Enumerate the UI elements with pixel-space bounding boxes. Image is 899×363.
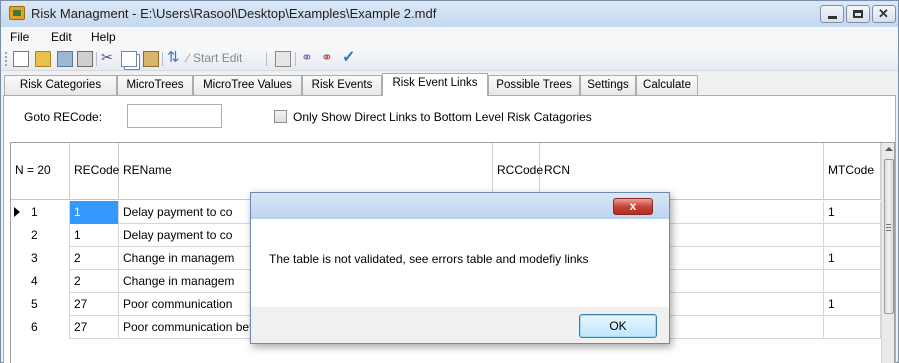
- maximize-button[interactable]: [846, 5, 870, 23]
- row-header[interactable]: 5: [11, 293, 70, 316]
- save-icon[interactable]: [57, 51, 73, 67]
- new-file-icon[interactable]: [13, 51, 29, 67]
- cell-recode[interactable]: 27: [70, 316, 119, 339]
- minimize-icon: [828, 16, 837, 19]
- direct-links-label[interactable]: Only Show Direct Links to Bottom Level R…: [293, 110, 592, 124]
- dialog-close-button[interactable]: x: [613, 198, 653, 215]
- cell-mtcode[interactable]: [824, 270, 881, 293]
- close-icon: ✕: [878, 6, 889, 21]
- row-number: 1: [31, 205, 38, 219]
- toolbar-grip[interactable]: [5, 52, 7, 66]
- pencil-icon: ∕: [187, 51, 190, 65]
- row-header[interactable]: 1: [11, 201, 70, 224]
- column-header-recode[interactable]: RECode: [70, 143, 119, 200]
- toolbar-separator: [96, 52, 97, 66]
- open-folder-icon[interactable]: [35, 51, 51, 67]
- dialog-message: The table is not validated, see errors t…: [269, 252, 589, 266]
- tab-microtrees[interactable]: MicroTrees: [117, 75, 193, 95]
- scroll-grip-icon: [886, 224, 891, 231]
- row-header[interactable]: 3: [11, 247, 70, 270]
- validation-message-box: x The table is not validated, see errors…: [250, 192, 670, 344]
- remove-link-icon[interactable]: ⚭: [321, 49, 333, 66]
- copy-icon[interactable]: [121, 51, 137, 67]
- tab-possible-trees[interactable]: Possible Trees: [488, 75, 580, 95]
- row-header[interactable]: 6: [11, 316, 70, 339]
- row-number: 2: [31, 228, 38, 242]
- title-bar: Risk Managment - E:\Users\Rasool\Desktop…: [1, 1, 898, 27]
- tab-strip: Risk Categories MicroTrees MicroTree Val…: [1, 73, 898, 96]
- start-edit-label: Start Edit: [193, 51, 243, 65]
- cell-recode[interactable]: 27: [70, 293, 119, 316]
- row-number: 4: [31, 274, 38, 288]
- menu-bar: File Edit Help: [1, 27, 898, 47]
- cell-mtcode[interactable]: 1: [824, 201, 881, 224]
- minimize-button[interactable]: [820, 5, 844, 23]
- print-icon[interactable]: [77, 51, 93, 67]
- ok-button[interactable]: OK: [579, 314, 657, 338]
- toolbar-separator: [162, 52, 163, 66]
- dialog-body: The table is not validated, see errors t…: [251, 219, 669, 307]
- grid-icon[interactable]: [275, 51, 291, 67]
- tab-calculate[interactable]: Calculate: [636, 75, 698, 95]
- tab-microtree-values[interactable]: MicroTree Values: [193, 75, 302, 95]
- paste-icon[interactable]: [143, 51, 159, 67]
- menu-edit[interactable]: Edit: [51, 30, 72, 44]
- start-edit-button[interactable]: ∕ Start Edit: [187, 51, 242, 65]
- row-header[interactable]: 4: [11, 270, 70, 293]
- cell-recode[interactable]: 1: [70, 224, 119, 247]
- cell-recode[interactable]: 1: [70, 201, 119, 224]
- row-number: 3: [31, 251, 38, 265]
- cell-mtcode[interactable]: 1: [824, 247, 881, 270]
- cell-mtcode[interactable]: 1: [824, 293, 881, 316]
- direct-links-checkbox[interactable]: [274, 110, 287, 123]
- toolbar-separator: [266, 52, 267, 66]
- toolbar: ✂ ⇅ ∕ Start Edit ⚭ ⚭ ✓: [1, 47, 898, 71]
- row-header[interactable]: 2: [11, 224, 70, 247]
- dialog-title-bar: x: [251, 193, 669, 219]
- column-header-mtcode[interactable]: MTCode: [824, 143, 881, 200]
- tab-risk-events[interactable]: Risk Events: [302, 75, 382, 95]
- cell-recode[interactable]: 2: [70, 247, 119, 270]
- tab-risk-event-links[interactable]: Risk Event Links: [382, 73, 488, 96]
- row-count-header: N = 20: [11, 143, 70, 200]
- cell-mtcode[interactable]: [824, 224, 881, 247]
- tab-settings[interactable]: Settings: [580, 75, 636, 95]
- add-link-icon[interactable]: ⚭: [301, 49, 313, 66]
- toolbar-separator: [295, 52, 296, 66]
- window-title: Risk Managment - E:\Users\Rasool\Desktop…: [31, 6, 437, 21]
- goto-recode-input[interactable]: [127, 104, 222, 128]
- validate-check-icon[interactable]: ✓: [342, 47, 355, 67]
- tab-risk-categories[interactable]: Risk Categories: [4, 75, 117, 95]
- refresh-icon[interactable]: ⇅: [167, 48, 180, 66]
- maximize-icon: [853, 10, 863, 18]
- cell-recode[interactable]: 2: [70, 270, 119, 293]
- close-window-button[interactable]: ✕: [872, 5, 896, 23]
- goto-recode-label: Goto RECode:: [24, 110, 103, 124]
- scroll-thumb[interactable]: [884, 159, 894, 314]
- scroll-up-icon[interactable]: [885, 147, 893, 151]
- row-number: 6: [31, 320, 38, 334]
- cell-mtcode[interactable]: [824, 316, 881, 339]
- cut-icon[interactable]: ✂: [101, 49, 113, 66]
- menu-help[interactable]: Help: [91, 30, 116, 44]
- app-icon: [9, 6, 25, 20]
- current-row-arrow-icon: [14, 207, 20, 217]
- menu-file[interactable]: File: [10, 30, 29, 44]
- row-number: 5: [31, 297, 38, 311]
- vertical-scrollbar[interactable]: [881, 143, 894, 363]
